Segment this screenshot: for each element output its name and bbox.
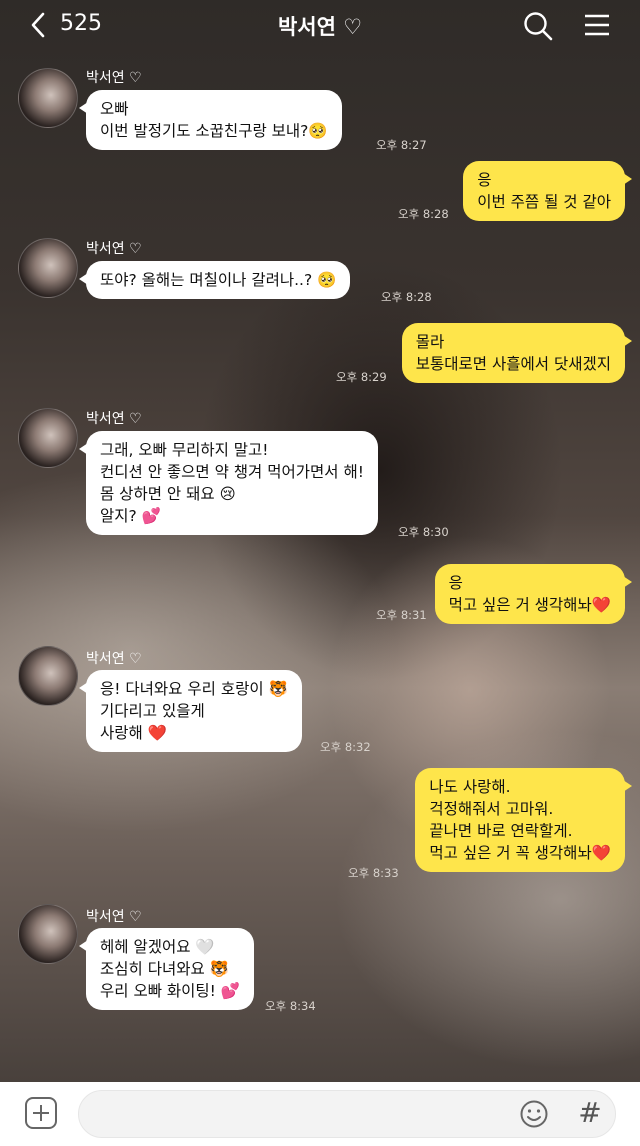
message-time: 오후 8:27	[376, 138, 427, 152]
message-time: 오후 8:30	[398, 525, 449, 539]
message-line: 끝나면 바로 연락할게.	[429, 822, 573, 840]
chat-header: 525 박서연 ♡	[0, 0, 640, 52]
message-bubble-incoming[interactable]: 헤헤 알겠어요 🤍 조심히 다녀와요 🐯 우리 오빠 화이팅! 💕	[78, 928, 255, 1010]
emoji-icon[interactable]	[519, 1099, 549, 1129]
message-input[interactable]	[97, 1091, 521, 1137]
message-line: 응	[477, 171, 492, 189]
message-line: 응	[448, 574, 463, 592]
sender-avatar[interactable]	[18, 408, 78, 468]
message-bubble-outgoing[interactable]: 나도 사랑해. 걱정해줘서 고마워. 끝나면 바로 연락할게. 먹고 싶은 거 …	[415, 768, 632, 872]
message-line: 이번 발정기도 소꿉친구랑 보내?🥺	[100, 122, 328, 140]
message-line: 걱정해줘서 고마워.	[429, 800, 554, 818]
message-line: 몸 상하면 안 돼요 😢	[100, 485, 236, 503]
message-line: 그래, 오빠 무리하지 말고!	[100, 441, 269, 459]
sender-name: 박서연 ♡	[86, 651, 142, 667]
message-time: 오후 8:29	[336, 370, 387, 384]
message-line: 먹고 싶은 거 꼭 생각해놔❤️	[429, 844, 611, 862]
message-line: 먹고 싶은 거 생각해놔❤️	[448, 596, 611, 614]
plus-icon[interactable]	[24, 1096, 58, 1130]
message-bubble-incoming[interactable]: 그래, 오빠 무리하지 말고! 컨디션 안 좋으면 약 챙겨 먹어가면서 해! …	[79, 431, 378, 535]
message-bubble-incoming[interactable]: 응! 다녀와요 우리 호랑이 🐯 기다리고 있을게 사랑해 ❤️	[79, 670, 302, 752]
message-line: 응! 다녀와요 우리 호랑이 🐯	[100, 680, 288, 698]
message-line: 우리 오빠 화이팅! 💕	[100, 982, 241, 1000]
message-time: 오후 8:31	[376, 608, 427, 622]
message-line: 몰라	[415, 333, 445, 351]
sender-name: 박서연 ♡	[86, 70, 142, 86]
message-bubble-incoming[interactable]: 오빠 이번 발정기도 소꿉친구랑 보내?🥺	[79, 90, 342, 150]
message-line: 헤헤 알겠어요 🤍	[100, 938, 215, 956]
sender-avatar[interactable]	[18, 238, 78, 298]
message-bubble-outgoing[interactable]: 몰라 보통대로면 사흘에서 닷새겠지	[401, 323, 633, 383]
message-line: 오빠	[100, 100, 129, 118]
message-time: 오후 8:32	[320, 740, 371, 754]
hamburger-menu-icon[interactable]	[582, 10, 612, 40]
message-time: 오후 8:33	[348, 866, 399, 880]
message-line: 기다리고 있을게	[100, 702, 205, 720]
sender-name: 박서연 ♡	[86, 411, 142, 427]
message-time: 오후 8:34	[265, 999, 316, 1013]
message-line: 이번 주쯤 될 것 같아	[477, 193, 611, 211]
message-line: 알지? 💕	[100, 507, 161, 525]
sender-name: 박서연 ♡	[86, 241, 142, 257]
message-bubble-outgoing[interactable]: 응 먹고 싶은 거 생각해놔❤️	[434, 564, 633, 624]
message-bubble-incoming[interactable]: 또야? 올해는 며칠이나 갈려나..? 🥺	[78, 261, 351, 299]
message-time: 오후 8:28	[381, 290, 432, 304]
message-line: 또야? 올해는 며칠이나 갈려나..? 🥺	[100, 271, 337, 289]
message-time: 오후 8:28	[398, 207, 449, 221]
sender-avatar[interactable]	[18, 904, 78, 964]
hash-icon[interactable]: #	[574, 1096, 606, 1130]
message-input-bar: #	[0, 1082, 640, 1146]
message-line: 보통대로면 사흘에서 닷새겠지	[415, 355, 611, 373]
heart-icon: ♡	[343, 15, 363, 39]
chat-title-name: 박서연	[277, 15, 336, 39]
sender-avatar[interactable]	[18, 68, 78, 128]
sender-avatar[interactable]	[18, 646, 78, 706]
message-line: 컨디션 안 좋으면 약 챙겨 먹어가면서 해!	[100, 463, 364, 481]
message-line: 조심히 다녀와요 🐯	[100, 960, 229, 978]
message-line: 나도 사랑해.	[429, 778, 511, 796]
search-icon[interactable]	[522, 10, 554, 42]
message-bubble-outgoing[interactable]: 응 이번 주쯤 될 것 같아	[463, 161, 632, 221]
message-line: 사랑해 ❤️	[100, 724, 168, 742]
sender-name: 박서연 ♡	[86, 909, 142, 925]
